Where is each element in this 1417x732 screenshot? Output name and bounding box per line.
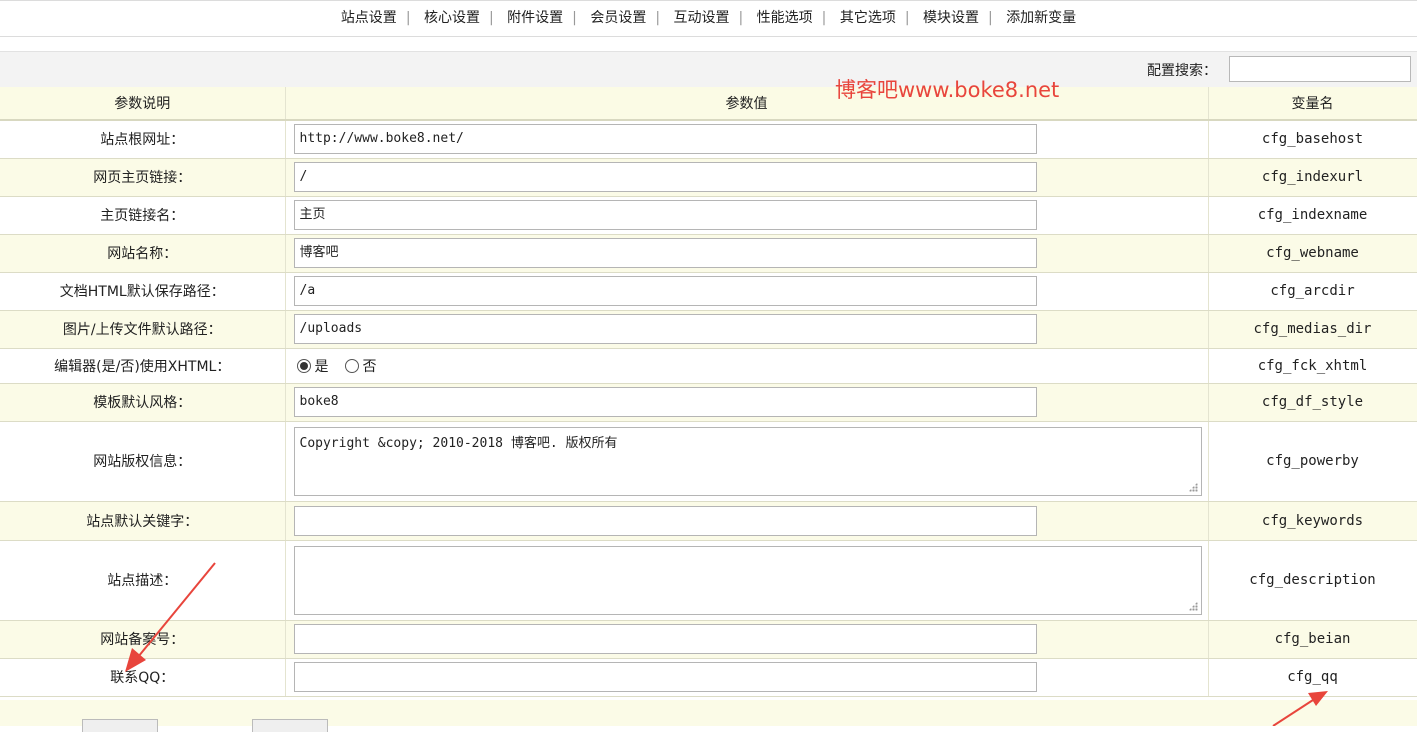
row-var: cfg_indexurl <box>1208 158 1417 197</box>
radio-no-label: 否 <box>362 358 377 375</box>
nav-other-options[interactable]: 其它选项 <box>834 1 902 36</box>
row-label: 站点默认关键字： <box>0 501 286 541</box>
table-row: 网站备案号： cfg_beian <box>0 620 1417 659</box>
df-style-input[interactable]: boke8 <box>293 387 1037 417</box>
search-bar: 配置搜索： <box>0 51 1417 87</box>
config-table: 参数说明 参数值 变量名 站点根网址： http://www.boke8.net… <box>0 87 1417 697</box>
table-row: 站点根网址： http://www.boke8.net/ cfg_basehos… <box>0 120 1417 159</box>
nav-site-settings[interactable]: 站点设置 <box>335 1 403 36</box>
nav-separator: | <box>738 10 744 26</box>
nav-add-variable[interactable]: 添加新变量 <box>1000 1 1082 36</box>
row-var: cfg_medias_dir <box>1208 310 1417 349</box>
table-row: 网站版权信息： Copyright &copy; 2010-2018 博客吧. … <box>0 421 1417 502</box>
basehost-input[interactable]: http://www.boke8.net/ <box>293 124 1037 155</box>
row-var: cfg_basehost <box>1208 120 1417 159</box>
table-row: 网站名称： 博客吧 cfg_webname <box>0 234 1417 273</box>
row-label: 站点描述： <box>0 540 286 621</box>
nav-attachment-settings[interactable]: 附件设置 <box>501 1 569 36</box>
table-row: 站点默认关键字： cfg_keywords <box>0 501 1417 541</box>
search-label: 配置搜索： <box>1147 63 1217 79</box>
row-var: cfg_arcdir <box>1208 272 1417 311</box>
spacer <box>0 37 1417 51</box>
row-var: cfg_description <box>1208 540 1417 621</box>
indexurl-input[interactable]: / <box>293 162 1037 192</box>
row-label: 网页主页链接： <box>0 158 286 197</box>
table-row: 站点描述： cfg_description <box>0 540 1417 621</box>
row-label: 网站名称： <box>0 234 286 273</box>
row-var: cfg_webname <box>1208 234 1417 273</box>
top-navigation: 站点设置 | 核心设置 | 附件设置 | 会员设置 | 互动设置 | 性能选项 | 其它选项… <box>0 0 1417 37</box>
row-label: 网站版权信息： <box>0 421 286 502</box>
description-textarea[interactable] <box>293 545 1202 615</box>
row-label: 编辑器(是/否)使用XHTML： <box>0 348 286 384</box>
row-label: 模板默认风格： <box>0 383 286 422</box>
table-row: 模板默认风格： boke8 cfg_df_style <box>0 383 1417 422</box>
row-var: cfg_fck_xhtml <box>1208 348 1417 384</box>
radio-no[interactable] <box>344 358 359 373</box>
row-var: cfg_indexname <box>1208 196 1417 235</box>
nav-separator: | <box>572 10 577 26</box>
nav-separator: | <box>405 10 411 26</box>
header-param-value: 参数值 <box>285 87 1209 121</box>
row-label: 站点根网址： <box>0 120 286 159</box>
watermark-text: 博客吧www.boke8.net <box>835 78 1060 102</box>
row-var: cfg_keywords <box>1208 501 1417 541</box>
config-search-input[interactable] <box>1229 56 1411 82</box>
header-param-desc: 参数说明 <box>0 87 286 121</box>
table-row: 主页链接名： 主页 cfg_indexname <box>0 196 1417 235</box>
bottom-bar <box>0 700 1417 726</box>
nav-member-settings[interactable]: 会员设置 <box>584 1 652 36</box>
resize-grip-icon[interactable] <box>1188 482 1198 492</box>
header-var-name: 变量名 <box>1208 87 1417 121</box>
table-row: 文档HTML默认保存路径： /a cfg_arcdir <box>0 272 1417 311</box>
table-header-row: 参数说明 参数值 变量名 <box>0 87 1417 121</box>
row-label: 联系QQ： <box>0 658 286 697</box>
nav-separator: | <box>821 10 827 26</box>
row-label: 文档HTML默认保存路径： <box>0 272 286 311</box>
beian-input[interactable] <box>293 624 1037 654</box>
table-row: 联系QQ： cfg_qq <box>0 658 1417 697</box>
nav-separator: | <box>655 10 661 26</box>
arcdir-input[interactable]: /a <box>293 276 1037 306</box>
nav-performance-options[interactable]: 性能选项 <box>751 1 819 36</box>
row-var: cfg_beian <box>1208 620 1417 659</box>
powerby-text: Copyright &copy; 2010-2018 博客吧. 版权所有 <box>299 435 618 451</box>
nav-separator: | <box>904 10 910 26</box>
nav-separator: | <box>988 10 993 26</box>
table-row: 图片/上传文件默认路径： /uploads cfg_medias_dir <box>0 310 1417 349</box>
nav-interaction-settings[interactable]: 互动设置 <box>668 1 736 36</box>
powerby-textarea[interactable]: Copyright &copy; 2010-2018 博客吧. 版权所有 <box>293 426 1202 496</box>
xhtml-radio-group: 是 否 <box>296 356 1208 376</box>
radio-yes[interactable] <box>296 358 311 373</box>
resize-grip-icon[interactable] <box>1188 601 1198 611</box>
row-label: 主页链接名： <box>0 196 286 235</box>
nav-module-settings[interactable]: 模块设置 <box>917 1 985 36</box>
row-var: cfg_powerby <box>1208 421 1417 502</box>
radio-yes-label: 是 <box>314 358 329 375</box>
webname-input[interactable]: 博客吧 <box>293 238 1037 268</box>
medias-dir-input[interactable]: /uploads <box>293 314 1037 344</box>
nav-core-settings[interactable]: 核心设置 <box>418 1 486 36</box>
row-var: cfg_qq <box>1208 658 1417 697</box>
table-row: 网页主页链接： / cfg_indexurl <box>0 158 1417 197</box>
keywords-input[interactable] <box>293 505 1037 536</box>
qq-input[interactable] <box>293 662 1037 692</box>
row-label: 图片/上传文件默认路径： <box>0 310 286 349</box>
indexname-input[interactable]: 主页 <box>293 200 1037 230</box>
table-row: 编辑器(是/否)使用XHTML： 是 否 cfg_fck_xhtml <box>0 348 1417 384</box>
row-var: cfg_df_style <box>1208 383 1417 422</box>
row-label: 网站备案号： <box>0 620 286 659</box>
nav-separator: | <box>488 10 494 26</box>
